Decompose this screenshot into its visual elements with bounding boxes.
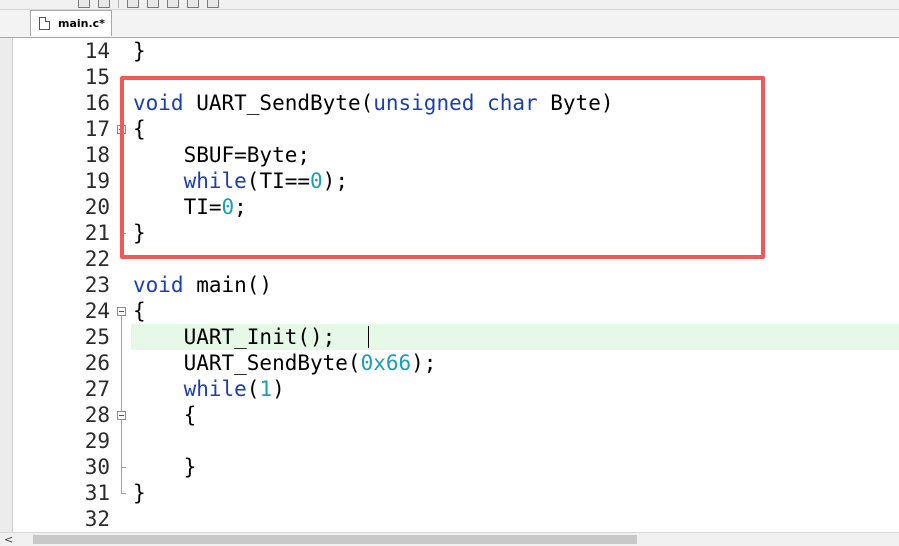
line-number: 28 — [84, 403, 110, 427]
toolbar-icon[interactable] — [147, 0, 159, 8]
line-number: 24 — [84, 299, 110, 323]
toolbar-icon[interactable] — [98, 0, 110, 8]
text-caret — [368, 326, 369, 348]
horizontal-scrollbar[interactable]: < — [0, 532, 899, 546]
toolbar-icon[interactable] — [78, 0, 90, 8]
fold-guide-line — [121, 420, 122, 467]
code-line[interactable]: UART_Init(); — [133, 324, 336, 350]
line-number: 22 — [84, 247, 110, 271]
toolbar — [0, 0, 899, 10]
code-line[interactable]: UART_SendByte(0x66); — [133, 350, 437, 376]
toolbar-icon[interactable] — [167, 0, 179, 8]
line-number: 26 — [84, 351, 110, 375]
file-icon — [39, 17, 50, 30]
scroll-left-arrow-icon[interactable]: < — [4, 533, 13, 546]
code-line[interactable]: } — [133, 480, 146, 506]
line-number: 18 — [84, 143, 110, 167]
line-number: 14 — [84, 39, 110, 63]
line-number: 20 — [84, 195, 110, 219]
line-number: 23 — [84, 273, 110, 297]
code-line[interactable]: while(1) — [133, 376, 285, 402]
line-number: 16 — [84, 91, 110, 115]
fold-end-mark — [121, 493, 126, 494]
toolbar-separator — [118, 0, 119, 8]
toolbar-icons — [78, 0, 219, 8]
line-number: 15 — [84, 65, 110, 89]
highlight-annotation-box — [120, 76, 765, 259]
line-number: 19 — [84, 169, 110, 193]
code-line[interactable]: { — [133, 298, 146, 324]
line-number: 30 — [84, 455, 110, 479]
toolbar-icon[interactable] — [207, 0, 219, 8]
line-number: 17 — [84, 117, 110, 141]
line-number: 31 — [84, 481, 110, 505]
line-number: 29 — [84, 429, 110, 453]
toolbar-icon[interactable] — [127, 0, 139, 8]
code-line[interactable]: { — [133, 402, 197, 428]
code-line[interactable]: } — [133, 38, 146, 64]
editor-margin — [0, 38, 13, 532]
toolbar-icon[interactable] — [187, 0, 199, 8]
line-number: 32 — [84, 507, 110, 531]
scrollbar-thumb[interactable] — [33, 535, 637, 544]
tab-main-c[interactable]: main.c* — [30, 10, 112, 36]
fold-end-mark — [121, 467, 126, 468]
line-number: 25 — [84, 325, 110, 349]
code-line[interactable]: void main() — [133, 272, 272, 298]
tab-bar: main.c* — [0, 10, 899, 38]
line-number: 27 — [84, 377, 110, 401]
tab-label: main.c* — [58, 17, 105, 30]
fold-collapse-icon[interactable] — [117, 411, 126, 420]
code-line[interactable]: } — [133, 454, 197, 480]
fold-collapse-icon[interactable] — [117, 307, 126, 316]
line-number: 21 — [84, 221, 110, 245]
